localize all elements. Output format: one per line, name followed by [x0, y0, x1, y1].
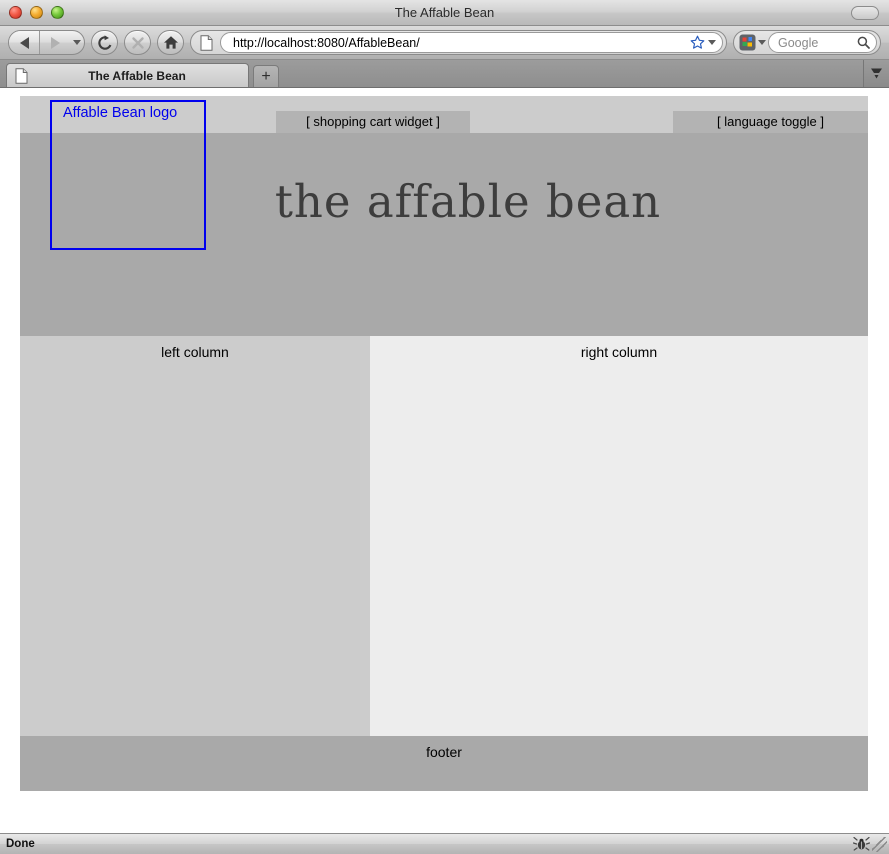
toolbar-toggle-button[interactable]	[851, 5, 879, 20]
browser-window: The Affable Bean http://localhost:8080/A…	[0, 0, 889, 854]
chevron-down-icon	[73, 40, 81, 45]
page-viewport: [ shopping cart widget ] [ language togg…	[0, 88, 889, 833]
shopping-cart-widget[interactable]: [ shopping cart widget ]	[276, 111, 470, 133]
site-identity-button[interactable]	[195, 33, 217, 52]
google-icon	[739, 34, 756, 51]
back-forward-group	[8, 30, 85, 55]
status-text: Done	[6, 838, 35, 850]
url-bar[interactable]: http://localhost:8080/AffableBean/	[190, 30, 727, 55]
page-header: Affable Bean logo the affable bean	[20, 100, 868, 336]
web-page: [ shopping cart widget ] [ language togg…	[20, 96, 868, 791]
tab-list-icon	[871, 68, 882, 79]
reload-icon	[97, 34, 111, 50]
reload-button[interactable]	[91, 30, 118, 55]
home-button[interactable]	[157, 30, 184, 55]
url-text: http://localhost:8080/AffableBean/	[233, 35, 420, 50]
page-icon	[15, 67, 28, 84]
firebug-icon[interactable]	[853, 836, 870, 852]
magnifier-icon[interactable]	[857, 36, 870, 49]
history-dropdown-button[interactable]	[70, 31, 84, 54]
new-tab-button[interactable]: +	[253, 65, 279, 87]
window-title: The Affable Bean	[394, 5, 495, 20]
right-column: right column	[370, 336, 868, 736]
bookmark-controls[interactable]	[690, 35, 716, 50]
star-icon[interactable]	[690, 35, 705, 50]
back-button[interactable]	[9, 31, 40, 54]
chevron-down-icon[interactable]	[708, 40, 716, 45]
list-all-tabs-button[interactable]	[863, 60, 889, 87]
page-icon	[200, 34, 212, 51]
zoom-window-button[interactable]	[51, 6, 64, 19]
search-engine-selector[interactable]	[737, 34, 766, 51]
chevron-down-icon	[758, 40, 766, 45]
close-window-button[interactable]	[9, 6, 22, 19]
status-bar-right	[853, 836, 887, 852]
arrow-right-icon	[50, 36, 60, 49]
search-input[interactable]: Google	[768, 32, 877, 53]
page-footer: footer	[20, 736, 868, 791]
forward-button[interactable]	[40, 31, 70, 54]
stop-button[interactable]	[124, 30, 151, 55]
language-toggle-widget[interactable]: [ language toggle ]	[673, 111, 868, 133]
resize-grip[interactable]	[872, 836, 887, 852]
tab-the-affable-bean[interactable]: The Affable Bean	[6, 63, 249, 87]
home-icon	[163, 36, 178, 49]
window-controls	[0, 6, 64, 19]
close-x-icon	[131, 36, 144, 49]
left-column: left column	[20, 336, 370, 736]
window-titlebar: The Affable Bean	[0, 0, 889, 26]
url-input[interactable]: http://localhost:8080/AffableBean/	[220, 32, 723, 53]
search-placeholder: Google	[778, 35, 819, 50]
minimize-window-button[interactable]	[30, 6, 43, 19]
tab-title: The Affable Bean	[88, 68, 186, 83]
site-title: the affable bean	[274, 175, 662, 228]
page-columns: left column right column	[20, 336, 868, 736]
arrow-left-icon	[19, 36, 29, 49]
navigation-toolbar: http://localhost:8080/AffableBean/ Googl…	[0, 26, 889, 60]
search-bar[interactable]: Google	[733, 30, 881, 55]
status-bar: Done	[0, 833, 889, 854]
tab-strip: The Affable Bean +	[0, 60, 889, 88]
logo-link[interactable]: Affable Bean logo	[52, 102, 204, 121]
